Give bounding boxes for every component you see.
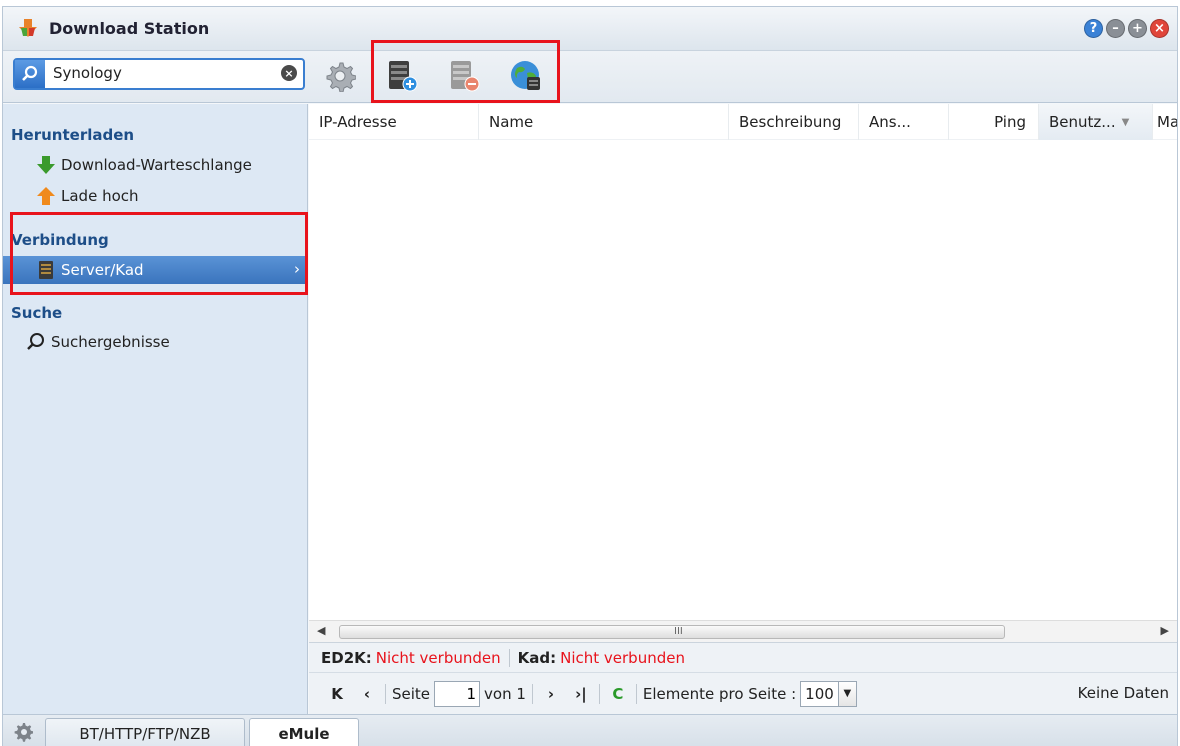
bottom-tab-bar: BT/HTTP/FTP/NZB eMule	[3, 714, 1177, 746]
divider	[385, 683, 386, 704]
last-page-icon[interactable]: ›|	[569, 682, 593, 706]
column-max[interactable]: Ma	[1153, 104, 1177, 140]
download-station-window: Download Station ? – + × Synology × Heru…	[2, 6, 1178, 746]
close-icon[interactable]: ×	[1150, 19, 1169, 38]
chevron-down-icon: ▼	[837, 681, 856, 706]
sort-desc-icon: ▼	[1121, 116, 1130, 128]
scroll-left-icon[interactable]: ◀	[317, 624, 325, 637]
divider	[598, 683, 600, 704]
tab-emule[interactable]: eMule	[249, 718, 359, 746]
kad-label: Kad:	[517, 648, 557, 667]
pagination-bar: K ‹ Seite von 1 › ›| C Elemente pro Seit…	[309, 672, 1177, 714]
no-data-label: Keine Daten	[1077, 684, 1169, 702]
grid-header: IP-Adresse Name Beschreibung Ans... Ping…	[309, 104, 1177, 140]
server-grid: IP-Adresse Name Beschreibung Ans... Ping…	[309, 104, 1177, 714]
divider	[508, 648, 510, 667]
sidebar: Herunterladen Download-Warteschlange Lad…	[3, 104, 308, 714]
download-arrow-icon	[35, 154, 57, 176]
toolbar: Synology ×	[3, 51, 1177, 103]
divider	[531, 683, 533, 704]
per-page-label: Elemente pro Seite :	[642, 684, 797, 703]
column-ping[interactable]: Ping	[949, 104, 1039, 140]
highlight-toolbar-buttons	[371, 40, 560, 103]
download-station-icon	[19, 19, 37, 37]
help-icon[interactable]: ?	[1084, 19, 1103, 38]
search-field[interactable]: Synology ×	[13, 58, 305, 90]
sidebar-item-label: Suchergebnisse	[51, 333, 170, 351]
window-title: Download Station	[49, 19, 210, 38]
prev-page-icon[interactable]: ‹	[355, 682, 379, 706]
column-description[interactable]: Beschreibung	[729, 104, 859, 140]
next-page-icon[interactable]: ›	[539, 682, 563, 706]
tab-bt-http-ftp-nzb[interactable]: BT/HTTP/FTP/NZB	[45, 718, 245, 746]
column-users[interactable]: Benutz... ▼	[1039, 104, 1153, 140]
search-input[interactable]: Synology	[53, 64, 122, 82]
gear-icon	[326, 62, 356, 92]
column-name[interactable]: Name	[479, 104, 729, 140]
divider	[635, 683, 637, 704]
kad-status: Nicht verbunden	[560, 648, 685, 667]
horizontal-scrollbar[interactable]: ◀ III ▶	[309, 620, 1177, 642]
page-count-label: von 1	[484, 684, 526, 703]
section-herunterladen: Herunterladen	[11, 126, 135, 144]
page-number-input[interactable]	[434, 680, 481, 707]
sidebar-item-label: Lade hoch	[61, 187, 139, 205]
first-page-icon[interactable]: K	[325, 682, 349, 706]
search-icon	[25, 331, 47, 353]
connection-status: ED2K: Nicht verbunden Kad: Nicht verbund…	[309, 642, 1177, 672]
ed2k-status: Nicht verbunden	[375, 648, 501, 667]
clear-search-icon[interactable]: ×	[281, 65, 297, 81]
title-bar: Download Station ? – + ×	[3, 7, 1177, 51]
highlight-verbindung	[10, 212, 308, 295]
section-suche: Suche	[11, 304, 63, 322]
gear-icon[interactable]	[13, 722, 33, 742]
window-controls: ? – + ×	[1084, 19, 1169, 38]
per-page-select[interactable]: 100 ▼	[800, 680, 857, 707]
column-ans[interactable]: Ans...	[859, 104, 949, 140]
page-label: Seite	[392, 684, 431, 703]
refresh-icon[interactable]: C	[606, 682, 630, 706]
sidebar-item-search-results[interactable]: Suchergebnisse	[3, 328, 306, 356]
maximize-icon[interactable]: +	[1128, 19, 1147, 38]
scroll-right-icon[interactable]: ▶	[1161, 624, 1169, 637]
column-ip-address[interactable]: IP-Adresse	[309, 104, 479, 140]
search-icon	[15, 60, 45, 88]
sidebar-item-download-queue[interactable]: Download-Warteschlange	[3, 151, 306, 179]
scroll-thumb[interactable]: III	[339, 625, 1005, 639]
minimize-icon[interactable]: –	[1106, 19, 1125, 38]
sidebar-item-upload[interactable]: Lade hoch	[3, 182, 306, 210]
grip-icon: III	[674, 626, 683, 637]
sidebar-item-label: Download-Warteschlange	[61, 156, 252, 174]
ed2k-label: ED2K:	[321, 648, 372, 667]
settings-button[interactable]	[321, 57, 359, 95]
upload-arrow-icon	[35, 185, 57, 207]
